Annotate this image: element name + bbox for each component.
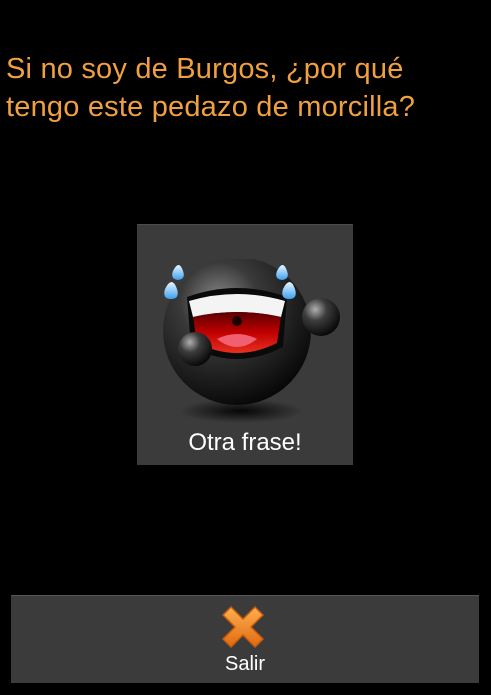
close-x-icon [222, 606, 264, 648]
exit-label: Salir [224, 653, 265, 675]
laughing-crying-emoticon-icon [163, 259, 340, 423]
next-phrase-button[interactable]: Otra frase! [137, 224, 353, 465]
phrase-line-2: tengo este pedazo de morcilla? [6, 91, 416, 123]
phrase-line-1: Si no soy de Burgos, ¿por qué [6, 53, 404, 85]
phrase-text: Si no soy de Burgos, ¿por qué tengo este… [6, 50, 486, 126]
next-phrase-label: Otra frase! [188, 429, 302, 456]
exit-button[interactable]: Salir [11, 595, 479, 683]
